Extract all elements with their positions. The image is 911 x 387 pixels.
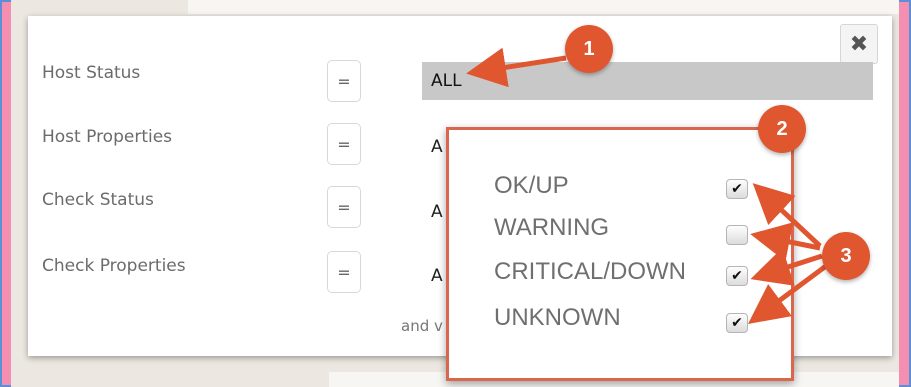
annotation-badge-2: 2 bbox=[758, 105, 806, 153]
annotation-badge-3: 3 bbox=[822, 232, 870, 280]
arrow-1 bbox=[466, 47, 567, 88]
annotation-badge-1: 1 bbox=[565, 25, 613, 73]
annotation-arrows bbox=[466, 47, 828, 324]
